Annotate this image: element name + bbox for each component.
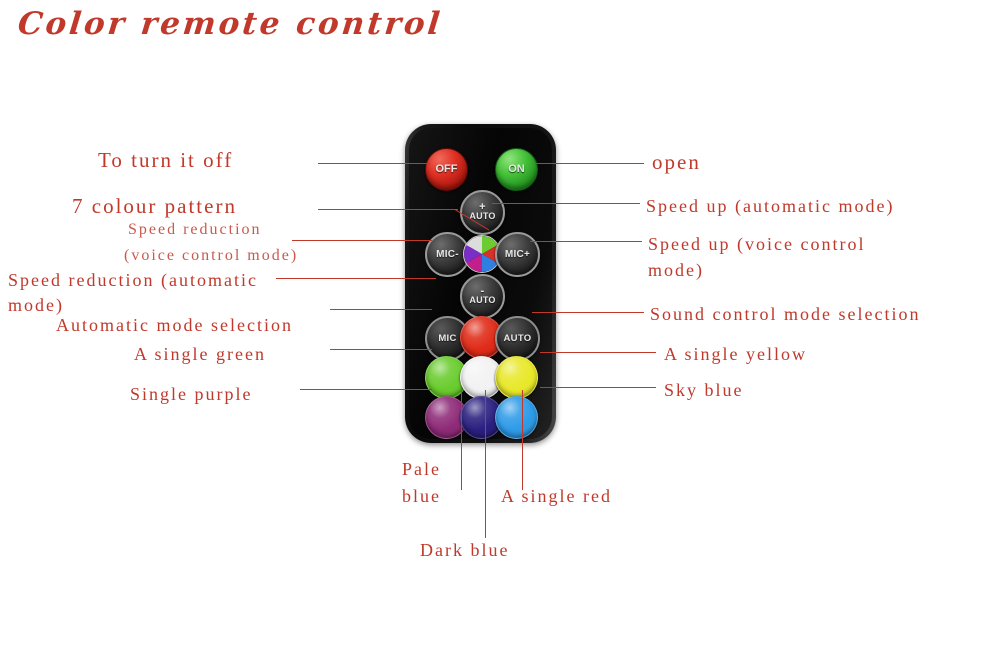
label-pale-blue-line2: blue bbox=[402, 486, 441, 506]
page-title: Color remote control bbox=[16, 6, 445, 42]
button-off-label: OFF bbox=[435, 163, 458, 175]
leader-line-turn-off bbox=[318, 163, 430, 164]
leader-line-speed-reduction-voice bbox=[292, 240, 432, 241]
leader-line-single-red bbox=[522, 390, 523, 490]
label-automatic-mode-selection: Automatic mode selection bbox=[56, 315, 293, 335]
label-single-red: A single red bbox=[501, 486, 612, 506]
button-mic-minus-label: MIC- bbox=[436, 248, 459, 260]
label-single-yellow: A single yellow bbox=[664, 344, 807, 364]
label-sound-control-mode-selection: Sound control mode selection bbox=[650, 304, 921, 324]
button-auto-minus[interactable]: - AUTO bbox=[460, 274, 505, 319]
button-on[interactable]: ON bbox=[495, 148, 538, 191]
leader-line-speed-reduction-auto bbox=[276, 278, 436, 279]
button-auto-plus[interactable]: + AUTO bbox=[460, 190, 505, 235]
label-speed-reduction-voice-line1: Speed reduction bbox=[128, 221, 262, 238]
label-dark-blue: Dark blue bbox=[420, 540, 510, 560]
label-speed-up-voice-line1: Speed up (voice control bbox=[648, 234, 866, 254]
leader-line-open bbox=[536, 163, 644, 164]
label-pale-blue-line1: Pale bbox=[402, 459, 441, 479]
label-sky-blue: Sky blue bbox=[664, 380, 744, 400]
leader-line-dark-blue bbox=[485, 390, 486, 538]
label-7-colour-pattern: 7 colour pattern bbox=[72, 194, 237, 218]
leader-line-speed-up-voice bbox=[530, 241, 642, 242]
remote-control-body: OFF ON + AUTO MIC- MIC+ - AUTO MIC AUTO bbox=[405, 124, 556, 443]
leader-line-single-green bbox=[330, 349, 432, 350]
leader-line-speed-up-auto bbox=[492, 203, 640, 204]
label-speed-reduction-auto-line1: Speed reduction (automatic bbox=[8, 270, 258, 290]
leader-line-sky-blue bbox=[540, 387, 656, 388]
button-color-sky-blue[interactable] bbox=[495, 396, 538, 439]
leader-line-sound-control bbox=[532, 312, 644, 313]
leader-line-pale-blue bbox=[461, 390, 462, 490]
button-auto-label: AUTO bbox=[503, 332, 532, 344]
minus-icon: - bbox=[480, 285, 485, 297]
leader-line-single-yellow bbox=[540, 352, 656, 353]
button-color-yellow[interactable] bbox=[495, 356, 538, 399]
label-open: open bbox=[652, 150, 701, 174]
plus-icon: + bbox=[479, 201, 486, 213]
button-auto-minus-label: AUTO bbox=[469, 295, 496, 305]
label-speed-reduction-voice-line2: (voice control mode) bbox=[124, 247, 299, 264]
button-off[interactable]: OFF bbox=[425, 148, 468, 191]
label-speed-up-auto: Speed up (automatic mode) bbox=[646, 196, 895, 216]
leader-line-automatic-mode-selection bbox=[330, 309, 432, 310]
leader-line-7-colour-horizontal bbox=[318, 209, 458, 210]
remote-face: OFF ON + AUTO MIC- MIC+ - AUTO MIC AUTO bbox=[409, 128, 552, 439]
label-turn-off: To turn it off bbox=[98, 148, 234, 172]
button-mic-plus[interactable]: MIC+ bbox=[495, 232, 540, 277]
leader-line-single-purple bbox=[300, 389, 432, 390]
label-speed-up-voice-line2: mode) bbox=[648, 260, 704, 280]
button-on-label: ON bbox=[508, 163, 525, 175]
label-single-purple: Single purple bbox=[130, 384, 253, 404]
button-auto[interactable]: AUTO bbox=[495, 316, 540, 361]
label-single-green: A single green bbox=[134, 344, 266, 364]
button-mic-plus-label: MIC+ bbox=[504, 248, 531, 260]
button-mic-label: MIC bbox=[438, 332, 457, 344]
